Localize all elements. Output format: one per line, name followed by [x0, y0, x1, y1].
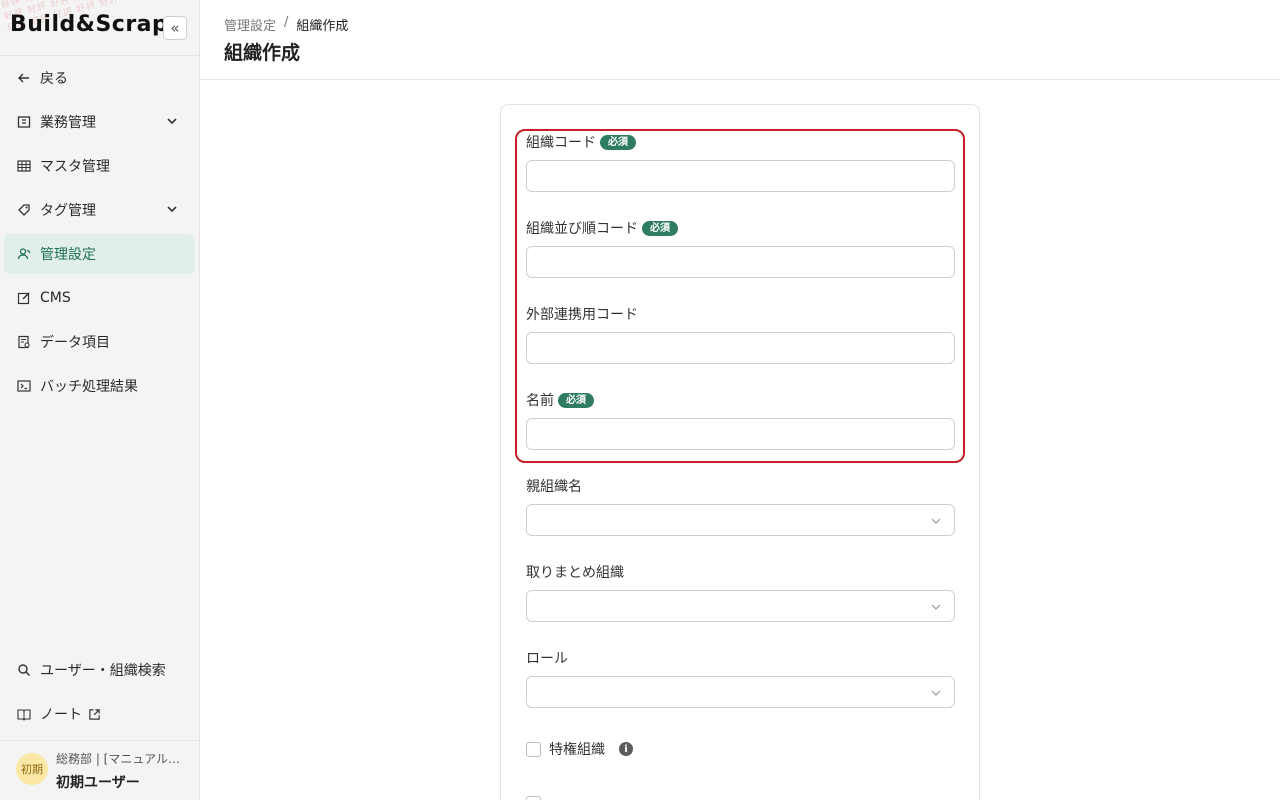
page-title: 組織作成 [224, 42, 301, 64]
collapse-sidebar-button[interactable]: « [163, 16, 187, 40]
organization-form: 組織コード 必須 組織並び順コード 必須 外部連携用コード 名前 必須 親組織名… [500, 104, 980, 800]
people-icon [16, 246, 32, 262]
sidebar-item-batch-results[interactable]: バッチ処理結果 [4, 366, 195, 406]
sidebar-item-tag[interactable]: タグ管理 [4, 190, 195, 230]
label-text: ロール [526, 651, 568, 667]
avatar: 初期 [16, 753, 48, 785]
sidebar-item-label: バッチ処理結果 [40, 379, 138, 395]
page-header: 管理設定 / 組織作成 組織作成 [200, 0, 1280, 80]
main-content: 組織コード 必須 組織並び順コード 必須 外部連携用コード 名前 必須 親組織名… [200, 80, 1280, 800]
field-label-role: ロール [526, 648, 568, 668]
sidebar-item-cms[interactable]: CMS [4, 278, 195, 318]
sidebar-item-label: データ項目 [40, 335, 110, 351]
privileged-org-label: 特権組織 [549, 742, 605, 758]
required-badge: 必須 [558, 392, 594, 408]
second-checkbox-label: … [549, 795, 563, 800]
info-icon[interactable]: i [619, 742, 633, 756]
field-label-org-code: 組織コード 必須 [526, 132, 636, 152]
sidebar-item-master[interactable]: マスタ管理 [4, 146, 195, 186]
org-code-input[interactable] [526, 160, 955, 192]
chevron-down-icon [167, 206, 177, 213]
tag-icon [16, 202, 32, 218]
field-label-summary-org: 取りまとめ組織 [526, 562, 624, 582]
brand-logo[interactable]: Build&Scrap [10, 12, 168, 37]
external-link-icon [88, 708, 101, 721]
arrow-left-icon [16, 70, 32, 86]
search-icon [16, 662, 32, 678]
sidebar-item-label: ユーザー・組織検索 [40, 663, 166, 679]
chevron-down-icon [931, 604, 941, 610]
business-icon [16, 114, 32, 130]
user-card[interactable]: 初期 総務部 | [マニュアル… 初期ユーザー [0, 740, 199, 800]
sidebar-item-data-fields[interactable]: データ項目 [4, 322, 195, 362]
breadcrumb-item-admin-settings[interactable]: 管理設定 [224, 15, 276, 34]
sidebar-item-label: ノート [40, 707, 82, 723]
user-org: 総務部 | [マニュアル… [56, 752, 180, 766]
data-icon [16, 334, 32, 350]
sidebar-item-back[interactable]: 戻る [4, 58, 195, 98]
table-icon [16, 158, 32, 174]
edit-icon [16, 290, 32, 306]
label-text: 組織コード [526, 135, 596, 151]
label-text: 親組織名 [526, 479, 582, 495]
field-label-parent-org: 親組織名 [526, 476, 582, 496]
sidebar-item-search[interactable]: ユーザー・組織検索 [4, 650, 195, 690]
privileged-org-row: 特権組織 i [526, 739, 633, 759]
second-checkbox[interactable] [526, 795, 541, 800]
sidebar-item-label: 戻る [40, 71, 68, 87]
sidebar-item-label: マスタ管理 [40, 159, 110, 175]
sidebar-item-admin-settings[interactable]: 管理設定 [4, 234, 195, 274]
label-text: 取りまとめ組織 [526, 565, 624, 581]
privileged-org-checkbox[interactable] [526, 741, 541, 757]
user-name: 初期ユーザー [56, 775, 140, 791]
name-input[interactable] [526, 418, 955, 450]
sidebar-item-label: タグ管理 [40, 203, 96, 219]
sidebar-bottom-nav: ユーザー・組織検索 ノート [4, 650, 195, 738]
book-icon [16, 706, 32, 722]
label-text: 組織並び順コード [526, 221, 638, 237]
required-badge: 必須 [642, 220, 678, 236]
parent-org-select[interactable] [526, 504, 955, 536]
summary-org-select[interactable] [526, 590, 955, 622]
chevron-down-icon [931, 690, 941, 696]
breadcrumb-separator: / [284, 15, 289, 30]
terminal-icon [16, 378, 32, 394]
sidebar-item-note[interactable]: ノート [4, 694, 195, 734]
label-text: 名前 [526, 393, 554, 409]
sidebar-item-business[interactable]: 業務管理 [4, 102, 195, 142]
role-select[interactable] [526, 676, 955, 708]
field-label-org-sort-code: 組織並び順コード 必須 [526, 218, 678, 238]
external-code-input[interactable] [526, 332, 955, 364]
chevron-down-icon [167, 118, 177, 125]
sidebar-item-label: CMS [40, 290, 71, 306]
brand-header: 好評 好評 好評 好評 好評 好評 好評 好評 好評 好評 好評 好評 好評 好… [0, 0, 199, 56]
sidebar-nav: 戻る 業務管理 マスタ管理 タグ管理 管理設定 CMS データ項目 バッチ処理結… [4, 58, 195, 410]
field-label-name: 名前 必須 [526, 390, 594, 410]
sidebar-item-label: 管理設定 [40, 247, 96, 263]
required-badge: 必須 [600, 134, 636, 150]
sidebar: 好評 好評 好評 好評 好評 好評 好評 好評 好評 好評 好評 好評 好評 好… [0, 0, 200, 800]
second-checkbox-row: … [526, 795, 563, 800]
breadcrumb-item-current: 組織作成 [296, 19, 349, 34]
breadcrumb: 管理設定 / 組織作成 [224, 15, 348, 34]
org-sort-code-input[interactable] [526, 246, 955, 278]
field-label-external-code: 外部連携用コード [526, 304, 638, 324]
label-text: 外部連携用コード [526, 307, 638, 323]
sidebar-item-label: 業務管理 [40, 115, 96, 131]
chevron-down-icon [931, 518, 941, 524]
